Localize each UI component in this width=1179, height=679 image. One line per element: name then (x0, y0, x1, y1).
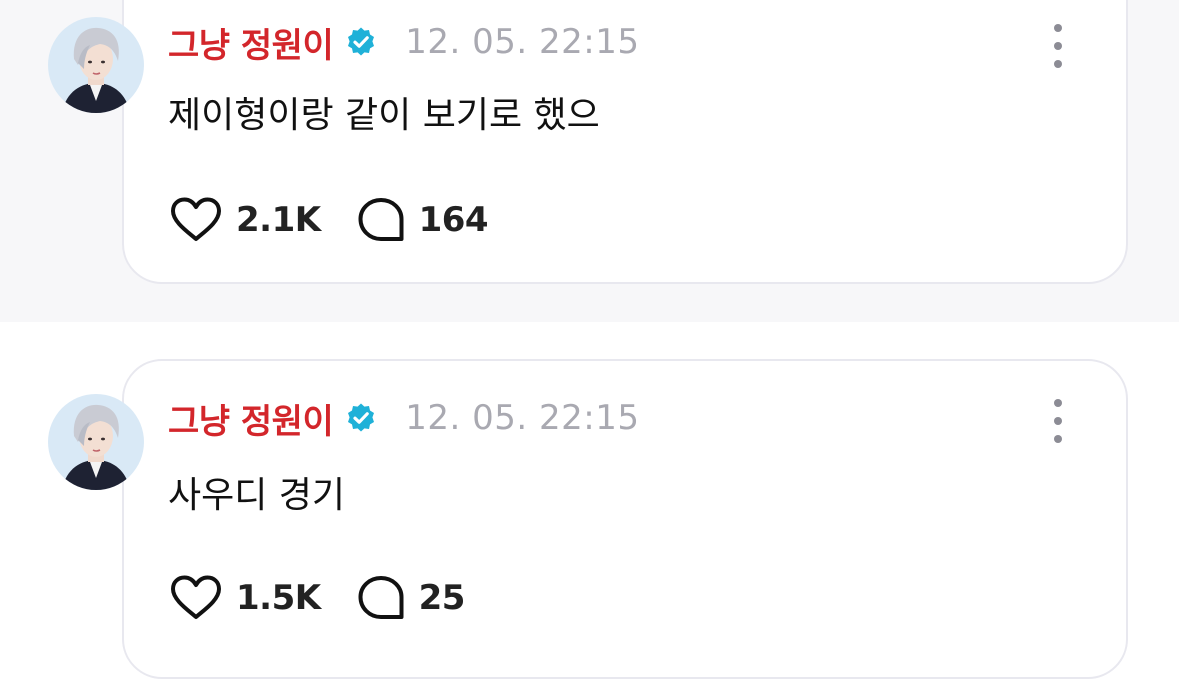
comment-bubble-icon (357, 575, 405, 621)
like-button[interactable]: 1.5K (170, 575, 321, 621)
like-count: 2.1K (236, 200, 321, 240)
username[interactable]: 그냥 정원이 (168, 18, 334, 67)
timestamp: 12. 05. 22:15 (405, 22, 640, 62)
avatar[interactable] (48, 394, 144, 490)
like-count: 1.5K (236, 578, 321, 618)
post-header: 그냥 정원이 12. 05. 22:15 (168, 393, 640, 443)
like-button[interactable]: 2.1K (170, 197, 321, 243)
post-text: 사우디 경기 (168, 475, 346, 516)
comment-button[interactable]: 164 (357, 197, 489, 243)
username[interactable]: 그냥 정원이 (168, 394, 334, 443)
post-header: 그냥 정원이 12. 05. 22:15 (168, 17, 640, 67)
comment-button[interactable]: 25 (357, 575, 465, 621)
post-actions: 1.5K 25 (170, 571, 465, 625)
heart-icon (170, 575, 222, 621)
heart-icon (170, 197, 222, 243)
avatar[interactable] (48, 17, 144, 113)
more-vertical-icon[interactable] (1050, 399, 1066, 443)
comment-count: 164 (418, 200, 489, 240)
more-vertical-icon[interactable] (1050, 24, 1066, 68)
post-text: 제이형이랑 같이 보기로 했으 (168, 95, 600, 136)
timestamp: 12. 05. 22:15 (405, 398, 640, 438)
post-actions: 2.1K 164 (170, 193, 489, 247)
verified-badge-icon (345, 402, 377, 434)
comment-bubble-icon (357, 197, 405, 243)
verified-badge-icon (345, 26, 377, 58)
comment-count: 25 (418, 578, 466, 618)
